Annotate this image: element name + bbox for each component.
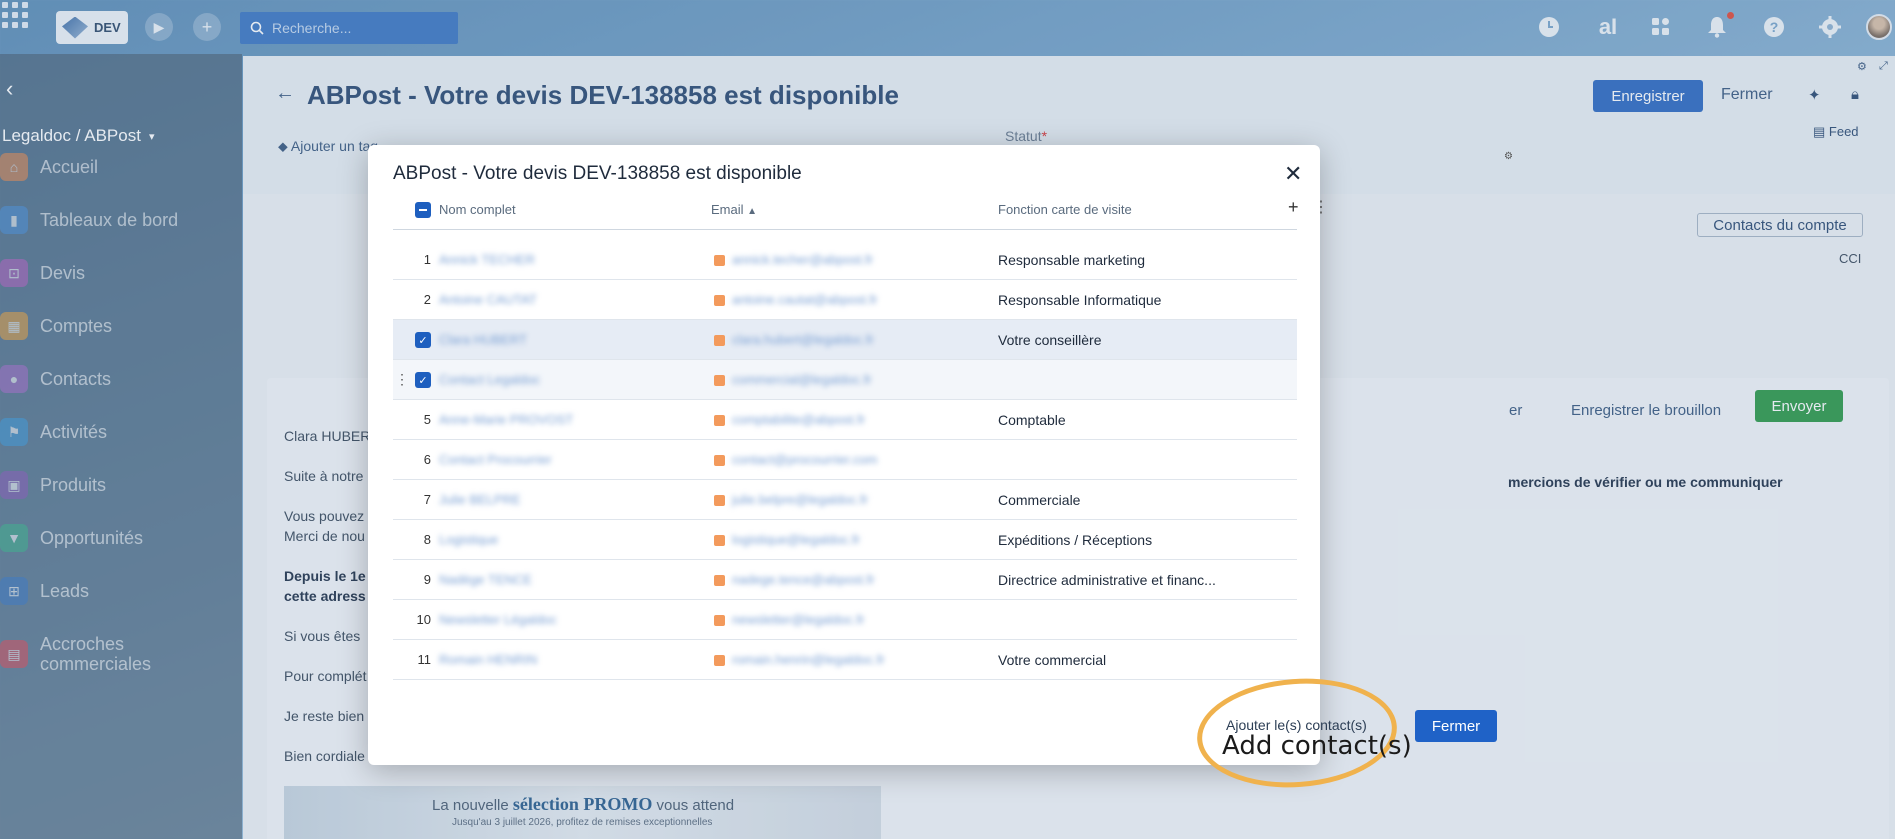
row-number: 8 xyxy=(423,532,431,547)
table-row[interactable]: 2 Antoine CAUTAT antoine.cautat@abpost.f… xyxy=(393,280,1297,320)
email-icon xyxy=(714,655,725,666)
contact-email: newsletter@legaldoc.fr xyxy=(732,612,865,627)
email-icon xyxy=(714,255,725,266)
table-row-selected[interactable]: ⋮ ✓ Contact Legaldoc commercial@legaldoc… xyxy=(393,360,1297,400)
email-icon xyxy=(714,455,725,466)
email-icon xyxy=(714,335,725,346)
contact-email: logistique@legaldoc.fr xyxy=(732,532,861,547)
contact-name: Nadège TENCE xyxy=(439,572,532,587)
table-row[interactable]: 8 Logistique logistique@legaldoc.fr Expé… xyxy=(393,520,1297,560)
contact-function: Responsable marketing xyxy=(998,252,1146,268)
row-number: 6 xyxy=(423,452,431,467)
contact-name: Newsletter Légaldoc xyxy=(439,612,557,627)
contact-name: Romain HENRIN xyxy=(439,652,538,667)
contact-email: antoine.cautat@abpost.fr xyxy=(732,292,878,307)
table-row-selected[interactable]: ✓ Clara HUBERT clara.hubert@legaldoc.fr … xyxy=(393,320,1297,360)
table-row[interactable]: 11 Romain HENRIN romain.henrin@legaldoc.… xyxy=(393,640,1297,680)
contact-function: Responsable Informatique xyxy=(998,292,1162,308)
table-row[interactable]: 6 Contact Procourrier contact@procourrie… xyxy=(393,440,1297,480)
email-icon xyxy=(714,575,725,586)
close-modal-button[interactable]: Fermer xyxy=(1415,710,1497,742)
table-row[interactable]: 10 Newsletter Légaldoc newsletter@legald… xyxy=(393,600,1297,640)
column-menu-icon[interactable]: ⋮ xyxy=(1313,197,1329,217)
contact-function: Directrice administrative et financ... xyxy=(998,572,1216,588)
modal-settings-icon[interactable]: ⚙ xyxy=(1504,151,1513,162)
contact-email: comptabilite@abpost.fr xyxy=(732,412,866,427)
column-header-name[interactable]: Nom complet xyxy=(439,202,516,217)
contact-email: commercial@legaldoc.fr xyxy=(732,372,872,387)
drag-handle-icon[interactable]: ⋮ xyxy=(395,371,409,388)
row-number: 7 xyxy=(423,492,431,507)
row-number: 5 xyxy=(423,412,431,427)
email-icon xyxy=(714,535,725,546)
contact-email: clara.hubert@legaldoc.fr xyxy=(732,332,874,347)
row-number: 9 xyxy=(423,572,431,587)
contact-email: contact@procourrier.com xyxy=(732,452,878,467)
row-checkbox[interactable]: ✓ xyxy=(415,332,431,348)
column-email-label: Email xyxy=(711,202,744,217)
annotation-label: Add contact(s) xyxy=(1222,731,1412,761)
contact-function: Votre commercial xyxy=(998,652,1107,668)
contact-email: nadege.tence@abpost.fr xyxy=(732,572,875,587)
table-row[interactable]: 9 Nadège TENCE nadege.tence@abpost.fr Di… xyxy=(393,560,1297,600)
contact-name: Logistique xyxy=(439,532,499,547)
row-checkbox[interactable]: ✓ xyxy=(415,372,431,388)
contacts-modal: ABPost - Votre devis DEV-138858 est disp… xyxy=(368,145,1329,765)
row-number: 2 xyxy=(423,292,431,307)
email-icon xyxy=(714,295,725,306)
contact-name: Contact Procourrier xyxy=(439,452,552,467)
email-icon xyxy=(714,375,725,386)
contact-function: Expéditions / Réceptions xyxy=(998,532,1153,548)
contact-email: julie.belpre@legaldoc.fr xyxy=(732,492,869,507)
email-icon xyxy=(714,495,725,506)
contact-name: Julie BELPRE xyxy=(439,492,521,507)
contact-name: Antoine CAUTAT xyxy=(439,292,537,307)
column-header-function[interactable]: Fonction carte de visite xyxy=(998,202,1132,217)
add-column-icon[interactable]: + xyxy=(1288,197,1299,218)
contact-function: Votre conseillère xyxy=(998,332,1102,348)
contact-name: Contact Legaldoc xyxy=(439,372,541,387)
contact-function: Comptable xyxy=(998,412,1066,428)
table-row[interactable]: 1 Annick TECHER annick.techer@abpost.fr … xyxy=(393,240,1297,280)
contact-function: Commerciale xyxy=(998,492,1081,508)
contact-name: Annick TECHER xyxy=(439,252,535,267)
sort-asc-icon: ▲ xyxy=(747,206,758,217)
table-header: Nom complet Email ▲ Fonction carte de vi… xyxy=(393,185,1329,230)
contact-email: romain.henrin@legaldoc.fr xyxy=(732,652,885,667)
row-number: 11 xyxy=(417,652,432,667)
email-icon xyxy=(714,415,725,426)
email-icon xyxy=(714,615,725,626)
table-row[interactable]: 7 Julie BELPRE julie.belpre@legaldoc.fr … xyxy=(393,480,1297,520)
close-icon[interactable]: ✕ xyxy=(1284,161,1302,187)
row-number: 10 xyxy=(416,612,431,627)
contact-email: annick.techer@abpost.fr xyxy=(732,252,874,267)
column-header-email[interactable]: Email ▲ xyxy=(711,202,757,217)
table-row[interactable]: 5 Anne-Marie PROVOST comptabilite@abpost… xyxy=(393,400,1297,440)
contact-name: Anne-Marie PROVOST xyxy=(439,412,574,427)
modal-title: ABPost - Votre devis DEV-138858 est disp… xyxy=(393,163,802,184)
select-all-checkbox[interactable] xyxy=(415,202,431,218)
contact-name: Clara HUBERT xyxy=(439,332,527,347)
row-number: 1 xyxy=(423,252,431,267)
